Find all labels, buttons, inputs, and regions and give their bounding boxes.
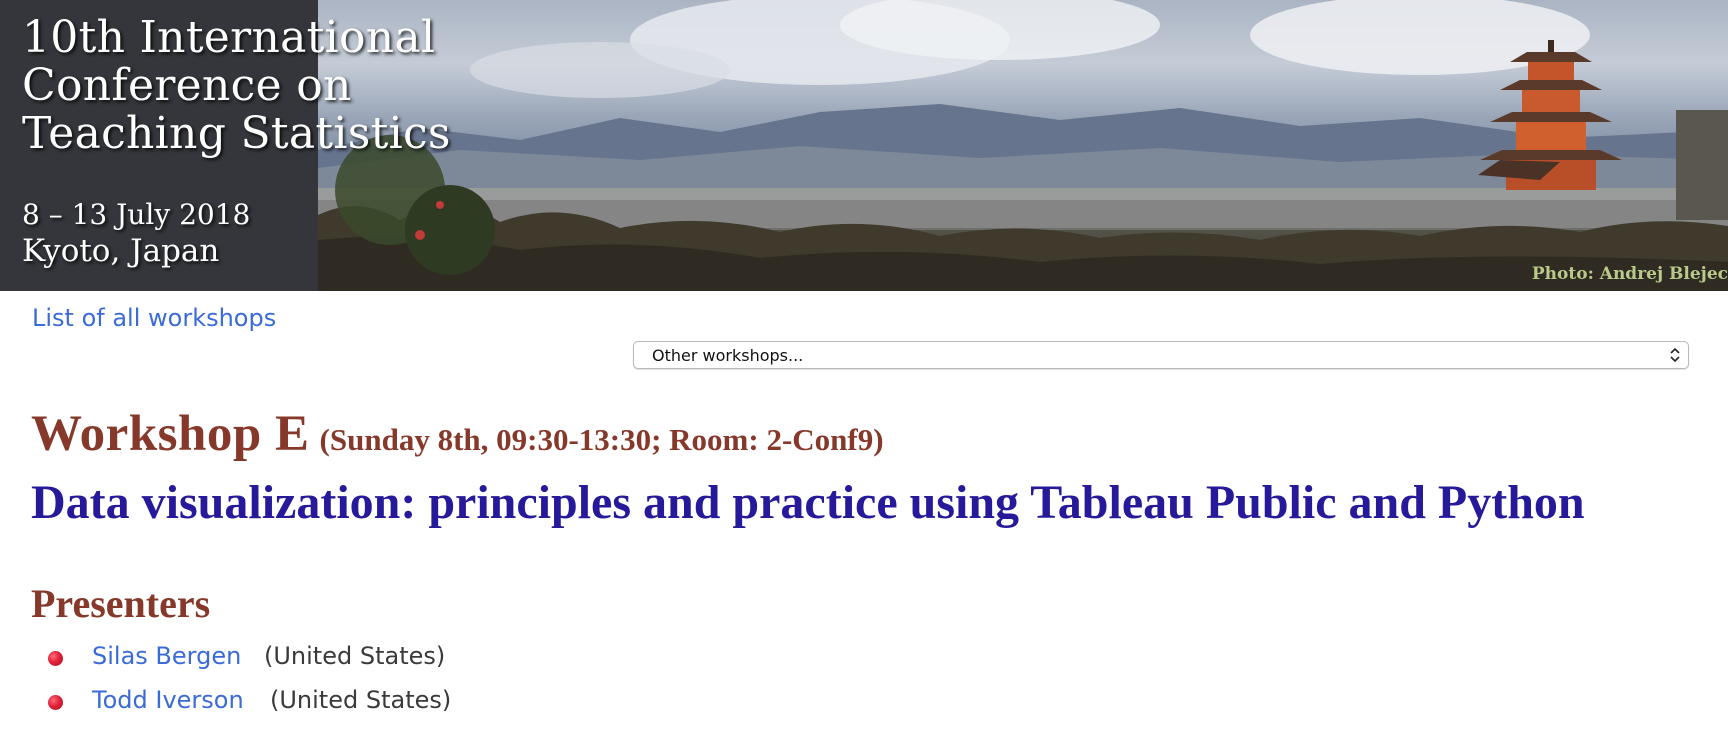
- photo-credit: Photo: Andrej Blejec: [1531, 264, 1728, 284]
- workshop-name: Workshop E: [31, 406, 310, 462]
- presenter-country: (United States): [264, 642, 446, 670]
- conference-dates: 8 – 13 July 2018: [22, 198, 251, 231]
- select-value: Other workshops...: [652, 346, 804, 365]
- presenter-name-link[interactable]: Silas Bergen: [92, 642, 241, 670]
- presenter-name-link[interactable]: Todd Iverson: [92, 686, 244, 714]
- conference-title: 10th International Conference on Teachin…: [22, 12, 451, 159]
- chevron-up-down-icon: [1670, 347, 1680, 363]
- bullet-icon: [48, 651, 63, 666]
- conference-location: Kyoto, Japan: [22, 233, 220, 269]
- presenters-heading: Presenters: [31, 581, 211, 626]
- presenter-country: (United States): [270, 686, 452, 714]
- bullet-icon: [48, 695, 63, 710]
- workshop-time: (Sunday 8th, 09:30-13:30; Room: 2-Conf9): [319, 422, 884, 457]
- workshop-heading: Workshop E (Sunday 8th, 09:30-13:30; Room…: [31, 405, 884, 463]
- conference-banner: 10th International Conference on Teachin…: [0, 0, 1728, 291]
- workshop-title: Data visualization: principles and pract…: [31, 476, 1585, 529]
- all-workshops-link[interactable]: List of all workshops: [32, 304, 276, 332]
- other-workshops-select[interactable]: Other workshops...: [633, 341, 1689, 369]
